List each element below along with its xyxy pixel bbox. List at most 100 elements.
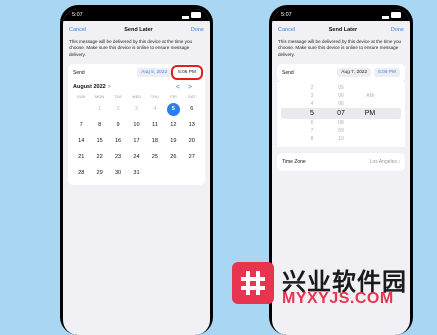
time-pill[interactable]: 5:06 PM [171, 65, 203, 81]
time-pill[interactable]: 5:06 PM [374, 68, 400, 78]
calendar-blank [72, 101, 90, 117]
brand-name-en: MYXYJS.COM [282, 290, 394, 307]
wheel-cell [355, 119, 385, 127]
wheel-cell [355, 100, 385, 108]
wheel-row-selected[interactable]: 5 07 PM [281, 107, 401, 119]
wheel-cell: 3 [310, 92, 314, 99]
chevron-right-icon[interactable]: > [108, 84, 111, 90]
calendar-day: 1 [98, 105, 102, 112]
calendar-day[interactable]: 19 [164, 133, 182, 149]
calendar-day[interactable]: 9 [109, 117, 127, 133]
calendar-day[interactable]: 30 [109, 165, 127, 181]
signal-icon [182, 12, 189, 19]
wheel-cell: 4 [310, 100, 314, 107]
left-phone: 5:07 Cancel Send Later Done This message… [60, 5, 213, 335]
calendar-grid: SUN MON TUE WED THU FRI SAT 1 2 3 4 5 6 7 8 9 10 11 12 13 14… [68, 93, 205, 185]
status-bar: 5:07 [272, 9, 410, 21]
time-wheel-picker[interactable]: 2 05 3 06 AM 4 06 5 07 PM 6 08 7 09 8 10 [277, 81, 405, 147]
date-pill[interactable]: Aug 5, 2022 [137, 68, 172, 78]
wheel-cell: 10 [338, 135, 344, 142]
done-button[interactable]: Done [191, 27, 204, 33]
calendar-day[interactable]: 29 [90, 165, 108, 181]
month-header: August 2022 > <> [68, 82, 205, 93]
weekday-label: THU [150, 93, 160, 99]
prev-month-icon[interactable]: < [176, 84, 188, 91]
wheel-row[interactable]: 3 06 AM [277, 92, 405, 100]
timezone-label: Time Zone [282, 158, 306, 165]
wheel-cell: 6 [310, 119, 314, 126]
calendar-day: 3 [134, 105, 139, 112]
calendar-day[interactable]: 26 [164, 149, 182, 165]
description-text: This message will be delivered by this d… [278, 39, 402, 57]
calendar-day[interactable]: 17 [127, 133, 145, 149]
send-row: Send Aug 7, 2022 5:06 PM [277, 64, 405, 82]
nav-bar: Cancel Send Later Done [272, 21, 410, 39]
calendar-day[interactable]: 8 [90, 117, 108, 133]
status-icons [182, 12, 201, 19]
wheel-row[interactable]: 2 05 [277, 84, 405, 92]
status-time: 5:07 [72, 12, 83, 18]
calendar-day[interactable]: 15 [90, 133, 108, 149]
calendar-day[interactable]: 6 [183, 101, 201, 117]
schedule-card: Send Aug 5, 2022 5:06 PM August 2022 > <… [68, 63, 205, 185]
page-title: Send Later [328, 27, 358, 33]
wheel-cell: PM [364, 109, 376, 117]
calendar-day[interactable]: 23 [109, 149, 127, 165]
calendar-day[interactable]: 21 [72, 149, 90, 165]
wheel-cell: AM [366, 92, 374, 99]
calendar-day[interactable]: 25 [146, 149, 164, 165]
nav-bar: Cancel Send Later Done [63, 21, 210, 39]
calendar-day-selected[interactable]: 5 [164, 101, 182, 117]
hash-logo-icon [241, 271, 265, 295]
battery-icon [191, 12, 201, 18]
date-pill[interactable]: Aug 7, 2022 [337, 68, 372, 78]
wheel-row[interactable]: 6 08 [277, 119, 405, 127]
month-arrows: <> [176, 84, 200, 91]
wheel-cell: 07 [337, 109, 345, 117]
wheel-cell: 7 [310, 127, 314, 134]
calendar-day[interactable]: 10 [127, 117, 145, 133]
cancel-button[interactable]: Cancel [69, 27, 86, 33]
send-label: Send [73, 69, 85, 76]
left-screen: 5:07 Cancel Send Later Done This message… [63, 9, 210, 335]
calendar-day[interactable]: 31 [127, 165, 145, 181]
weekday-label: SUN [76, 93, 86, 99]
calendar-day[interactable]: 12 [164, 117, 182, 133]
calendar-day[interactable]: 11 [146, 117, 164, 133]
calendar-day[interactable]: 14 [72, 133, 90, 149]
calendar-day[interactable]: 13 [183, 117, 201, 133]
timezone-row[interactable]: Time Zone Los Angeles › [277, 152, 405, 171]
calendar-day[interactable]: 27 [183, 149, 201, 165]
wheel-cell: 05 [338, 84, 344, 91]
wheel-row[interactable]: 8 10 [277, 135, 405, 143]
calendar-day[interactable]: 22 [90, 149, 108, 165]
battery-icon [391, 12, 401, 18]
description-text: This message will be delivered by this d… [69, 39, 193, 57]
weekday-label: TUE [114, 93, 123, 99]
wheel-row[interactable]: 7 09 [277, 127, 405, 135]
status-icons [382, 12, 401, 19]
calendar-day[interactable]: 18 [146, 133, 164, 149]
weekday-label: SAT [188, 93, 196, 99]
send-row: Send Aug 5, 2022 5:06 PM [68, 64, 205, 82]
wheel-cell: 08 [338, 119, 344, 126]
month-label[interactable]: August 2022 [73, 84, 106, 90]
wheel-row[interactable]: 4 06 [277, 100, 405, 108]
weekday-label: FRI [170, 93, 177, 99]
schedule-card: Send Aug 7, 2022 5:06 PM [277, 63, 405, 82]
calendar-day[interactable]: 7 [72, 117, 90, 133]
next-month-icon[interactable]: > [188, 84, 200, 91]
calendar-day[interactable]: 24 [127, 149, 145, 165]
cancel-button[interactable]: Cancel [278, 27, 295, 33]
send-label: Send [282, 69, 294, 76]
wheel-cell: 5 [310, 109, 314, 117]
done-button[interactable]: Done [391, 27, 404, 33]
calendar-day[interactable]: 28 [72, 165, 90, 181]
wheel-cell: 06 [338, 100, 344, 107]
calendar-day[interactable]: 16 [109, 133, 127, 149]
timezone-value[interactable]: Los Angeles › [370, 159, 400, 165]
wheel-cell [355, 84, 385, 92]
weekday-label: WED [131, 93, 142, 99]
wheel-cell: 2 [310, 84, 314, 91]
calendar-day[interactable]: 20 [183, 133, 201, 149]
